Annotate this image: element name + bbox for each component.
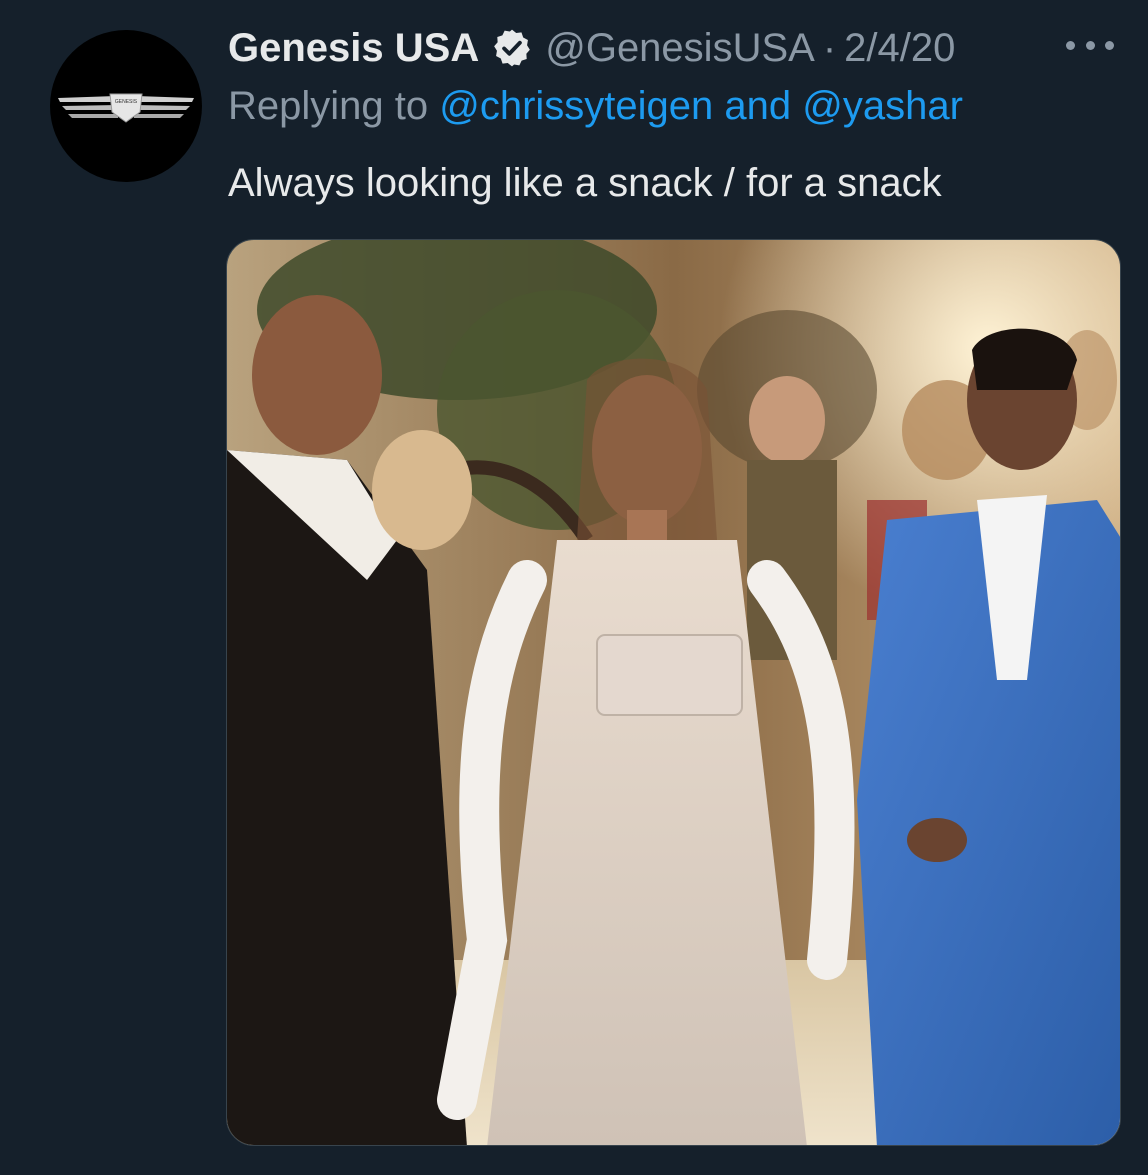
reply-mention-yashar[interactable]: @yashar	[802, 84, 963, 128]
reply-mention-chrissyteigen[interactable]: @chrissyteigen	[439, 84, 713, 128]
replying-to-label: Replying to	[228, 84, 429, 128]
separator-dot: ·	[822, 25, 837, 70]
more-options-icon[interactable]	[1066, 30, 1114, 60]
genesis-wings-logo-icon: GENESIS	[58, 93, 194, 123]
user-handle[interactable]: @GenesisUSA	[545, 26, 815, 71]
display-name[interactable]: Genesis USA	[228, 26, 479, 71]
tweet-header: Genesis USA @GenesisUSA · 2/4/20	[228, 22, 955, 74]
party-scene-image	[227, 240, 1120, 1145]
tweet-text: Always looking like a snack / for a snac…	[228, 161, 942, 205]
avatar[interactable]: GENESIS	[50, 30, 202, 182]
tweet[interactable]: GENESIS Genesis USA @GenesisUSA · 2/4/20…	[0, 0, 1148, 1175]
replying-to-line: Replying to @chrissyteigen and @yashar	[228, 84, 963, 129]
reply-and-link[interactable]: and	[724, 84, 791, 128]
verified-badge-icon	[491, 27, 533, 69]
tweet-date[interactable]: 2/4/20	[844, 26, 955, 71]
avatar-logo-text: GENESIS	[115, 99, 138, 105]
tweet-media-photo[interactable]	[226, 239, 1121, 1146]
